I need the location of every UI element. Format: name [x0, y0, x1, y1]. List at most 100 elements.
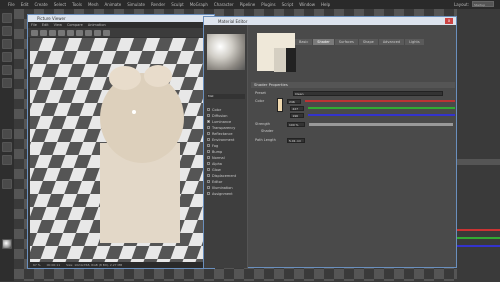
- tab-basic[interactable]: Basic: [295, 39, 313, 45]
- channel-checkbox[interactable]: [207, 108, 210, 111]
- rendered-image[interactable]: [30, 38, 214, 263]
- material-editor-titlebar[interactable]: Material Editor: [204, 17, 456, 25]
- menu-item[interactable]: Create: [34, 2, 47, 7]
- channel-checkbox[interactable]: [207, 180, 210, 183]
- strength-field[interactable]: 100 %: [287, 121, 305, 127]
- menu-item[interactable]: Help: [321, 2, 330, 7]
- cube-icon[interactable]: [2, 26, 12, 36]
- channel-item[interactable]: Fog: [207, 143, 245, 148]
- menu-item[interactable]: Plugins: [261, 2, 275, 7]
- menu-item[interactable]: Edit: [21, 2, 29, 7]
- channel-item[interactable]: Transparency: [207, 125, 245, 130]
- strength-slider[interactable]: [309, 122, 453, 126]
- r-value-field[interactable]: 246: [287, 98, 301, 104]
- r-slider[interactable]: [305, 100, 455, 102]
- channel-item[interactable]: Normal: [207, 155, 245, 160]
- b-slider[interactable]: [308, 114, 455, 116]
- menu-item[interactable]: File: [8, 2, 15, 7]
- channel-item[interactable]: Editor: [207, 179, 245, 184]
- channel-item[interactable]: Bump: [207, 149, 245, 154]
- pv-menu-item[interactable]: File: [31, 23, 37, 27]
- tab-advanced[interactable]: Advanced: [378, 39, 405, 45]
- channel-checkbox[interactable]: [207, 138, 210, 141]
- tool-icon[interactable]: [49, 29, 56, 36]
- pathlength-field[interactable]: 5.01 cm: [287, 137, 305, 143]
- channel-checkbox[interactable]: [207, 168, 210, 171]
- tab-lights[interactable]: Lights: [405, 39, 424, 45]
- edges-icon[interactable]: [2, 142, 12, 152]
- channel-item[interactable]: Illumination: [207, 185, 245, 190]
- pv-menu-item[interactable]: Animation: [88, 23, 106, 27]
- layout-selector[interactable]: Layout: Startup (User): [454, 1, 494, 12]
- tool-icon[interactable]: [40, 29, 47, 36]
- tool-icon[interactable]: [67, 29, 74, 36]
- channel-checkbox[interactable]: [207, 132, 210, 135]
- pv-menu-item[interactable]: Edit: [42, 23, 49, 27]
- menu-item[interactable]: Tools: [72, 2, 82, 7]
- polygons-icon[interactable]: [2, 155, 12, 165]
- channel-item[interactable]: Luminance: [207, 119, 245, 124]
- material-name-field[interactable]: Mat: [207, 94, 245, 99]
- channel-checkbox[interactable]: [207, 144, 210, 147]
- menu-item[interactable]: Simulate: [127, 2, 145, 7]
- sphere-icon[interactable]: [2, 239, 12, 249]
- tool-icon[interactable]: [76, 29, 83, 36]
- menu-item[interactable]: Script: [282, 2, 294, 7]
- tab-shader[interactable]: Shader: [313, 39, 334, 45]
- channel-item[interactable]: Environment: [207, 137, 245, 142]
- pv-menu-item[interactable]: Compare: [67, 23, 83, 27]
- blue-slider-track[interactable]: [457, 245, 500, 247]
- select-icon[interactable]: [2, 78, 12, 88]
- tab-shape[interactable]: Shape: [358, 39, 378, 45]
- layout-dropdown[interactable]: Startup (User): [472, 1, 494, 12]
- channel-item[interactable]: Color: [207, 107, 245, 112]
- channel-item[interactable]: Reflectance: [207, 131, 245, 136]
- menu-item[interactable]: Window: [299, 2, 315, 7]
- panel-field[interactable]: [457, 159, 500, 165]
- channel-checkbox[interactable]: [207, 156, 210, 159]
- red-slider-track[interactable]: [457, 229, 500, 231]
- menu-item[interactable]: Render: [151, 2, 165, 7]
- menu-item[interactable]: Select: [54, 2, 66, 7]
- rotate-icon[interactable]: [2, 65, 12, 75]
- channel-checkbox[interactable]: [207, 114, 210, 117]
- preset-dropdown[interactable]: Clean: [293, 90, 443, 96]
- g-value-field[interactable]: 227: [290, 105, 305, 111]
- menu-item[interactable]: Pipeline: [240, 2, 256, 7]
- scale-icon[interactable]: [2, 52, 12, 62]
- channel-item[interactable]: Alpha: [207, 161, 245, 166]
- channel-item[interactable]: Displacement: [207, 173, 245, 178]
- snap-icon[interactable]: [2, 179, 12, 189]
- channel-checkbox[interactable]: [207, 174, 210, 177]
- tab-surfaces[interactable]: Surfaces: [334, 39, 358, 45]
- channel-checkbox[interactable]: [207, 162, 210, 165]
- points-icon[interactable]: [2, 129, 12, 139]
- channel-item[interactable]: Diffusion: [207, 113, 245, 118]
- g-slider[interactable]: [308, 107, 455, 109]
- b-value-field[interactable]: 196: [290, 112, 305, 118]
- tool-icon[interactable]: [85, 29, 92, 36]
- pv-menu-item[interactable]: View: [54, 23, 62, 27]
- channel-checkbox[interactable]: [207, 186, 210, 189]
- green-slider-track[interactable]: [457, 237, 500, 239]
- material-preview-sphere[interactable]: [207, 34, 245, 70]
- undo-icon[interactable]: [2, 13, 12, 23]
- close-icon[interactable]: x: [445, 18, 453, 24]
- channel-checkbox[interactable]: [207, 192, 210, 195]
- channel-checkbox[interactable]: [207, 150, 210, 153]
- menu-item[interactable]: Mesh: [88, 2, 99, 7]
- channel-checkbox[interactable]: [207, 126, 210, 129]
- menu-item[interactable]: MoGraph: [190, 2, 208, 7]
- menu-item[interactable]: Character: [214, 2, 234, 7]
- tool-icon[interactable]: [58, 29, 65, 36]
- menu-item[interactable]: Animate: [104, 2, 121, 7]
- channel-item[interactable]: Assignment: [207, 191, 245, 196]
- tool-icon[interactable]: [103, 29, 110, 36]
- move-icon[interactable]: [2, 39, 12, 49]
- picture-viewer-titlebar[interactable]: Picture Viewer: [28, 15, 214, 22]
- menu-item[interactable]: Sculpt: [171, 2, 184, 7]
- channel-item[interactable]: Glow: [207, 167, 245, 172]
- tool-icon[interactable]: [31, 29, 38, 36]
- tool-icon[interactable]: [94, 29, 101, 36]
- channel-checkbox[interactable]: [207, 120, 210, 123]
